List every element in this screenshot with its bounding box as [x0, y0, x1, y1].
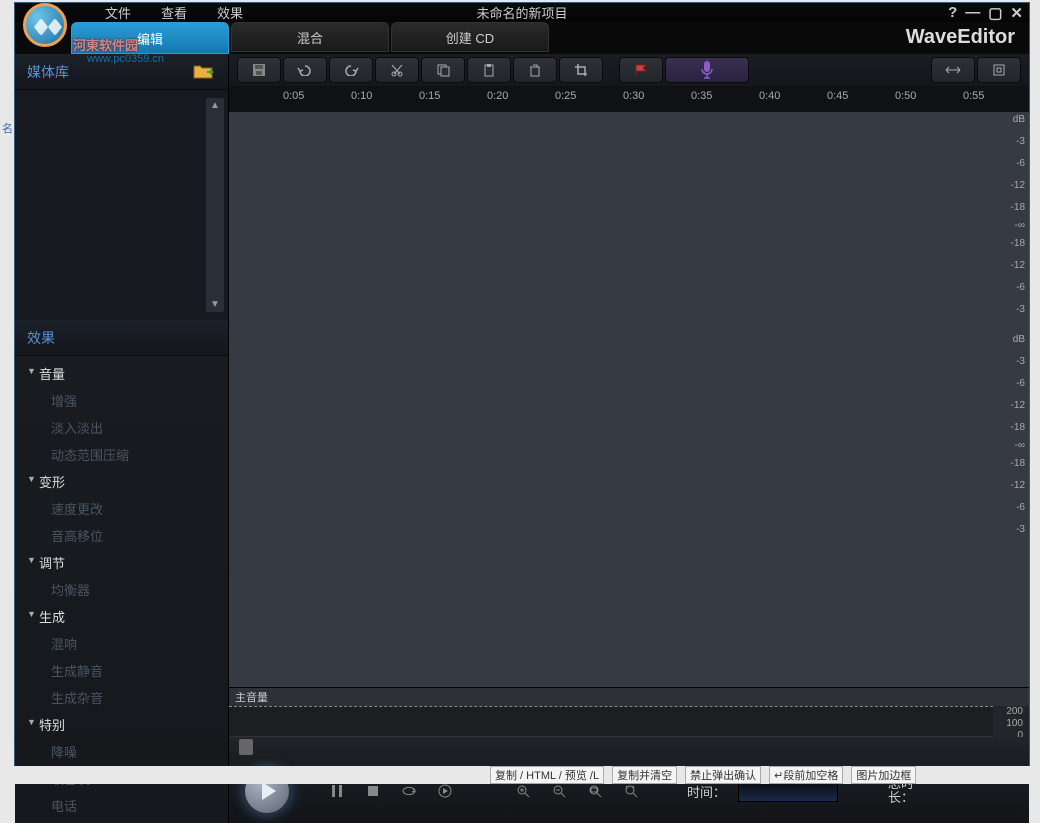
menu-view[interactable]: 查看 — [161, 3, 187, 22]
tree-cat-special[interactable]: 特别 — [15, 711, 228, 738]
time-label: 时间： — [687, 782, 726, 801]
scroll-up-icon[interactable]: ▲ — [210, 100, 220, 111]
menu-effects[interactable]: 效果 — [217, 3, 243, 22]
tree-item-phone[interactable]: 电话 — [15, 792, 228, 819]
tree-item-silence[interactable]: 生成静音 — [15, 657, 228, 684]
minimize-button[interactable]: — — [965, 4, 980, 21]
maximize-button[interactable]: ▢ — [988, 4, 1002, 22]
cut-button[interactable] — [375, 57, 419, 83]
copy-button[interactable] — [421, 57, 465, 83]
tree-item-noise[interactable]: 生成杂音 — [15, 684, 228, 711]
timeline-ruler[interactable]: 0:05 0:10 0:15 0:20 0:25 0:30 0:35 0:40 … — [229, 86, 1029, 112]
undo-button[interactable] — [283, 57, 327, 83]
tick: 0:10 — [351, 90, 372, 102]
toolbar — [229, 54, 1029, 86]
brand-label: WaveEditor — [906, 26, 1015, 49]
crop-button[interactable] — [559, 57, 603, 83]
window-title: 未命名的新项目 — [476, 3, 567, 22]
zoom-fit-button[interactable] — [977, 57, 1021, 83]
tree-item-pitch[interactable]: 音高移位 — [15, 522, 228, 549]
paste-button[interactable] — [467, 57, 511, 83]
tree-item-fade[interactable]: 淡入淡出 — [15, 414, 228, 441]
waveform-canvas[interactable]: dB -3 -6 -12 -18 -∞ -18 -12 -6 -3 dB -3 … — [229, 112, 1029, 687]
tick: 0:45 — [827, 90, 848, 102]
mode-tabs: 编辑 混合 创建 CD WaveEditor — [15, 22, 1029, 54]
ext-btn-c[interactable]: 禁止弹出确认 — [685, 766, 761, 784]
tree-cat-transform[interactable]: 变形 — [15, 468, 228, 495]
tick: 0:25 — [555, 90, 576, 102]
db-scale: dB -3 -6 -12 -18 -∞ -18 -12 -6 -3 dB -3 … — [993, 112, 1029, 687]
tick: 0:05 — [283, 90, 304, 102]
ext-btn-e[interactable]: 图片加边框 — [851, 766, 916, 784]
tick: 0:50 — [895, 90, 916, 102]
cue-scrollbar[interactable] — [229, 737, 1029, 759]
media-library-header: 媒体库 — [15, 54, 228, 90]
tree-item-compress[interactable]: 动态范围压缩 — [15, 441, 228, 468]
ext-btn-d[interactable]: ↵段前加空格 — [769, 766, 843, 784]
open-folder-icon[interactable] — [192, 63, 216, 81]
scroll-thumb[interactable] — [239, 739, 253, 755]
redo-button[interactable] — [329, 57, 373, 83]
effects-header: 效果 — [15, 320, 228, 356]
tree-item-speed[interactable]: 速度更改 — [15, 495, 228, 522]
media-library-body: ▲ ▼ — [15, 90, 228, 320]
tab-edit[interactable]: 编辑 — [71, 22, 229, 54]
app-logo — [15, 1, 75, 57]
tick: 0:15 — [419, 90, 440, 102]
tick: 0:20 — [487, 90, 508, 102]
tick: 0:40 — [759, 90, 780, 102]
tick: 0:35 — [691, 90, 712, 102]
record-button[interactable] — [665, 57, 749, 83]
tick: 0:55 — [963, 90, 984, 102]
ext-btn-a[interactable]: 复制 / HTML / 预览 /L — [490, 766, 604, 784]
tree-cat-volume[interactable]: 音量 — [15, 360, 228, 387]
tab-create-cd[interactable]: 创建 CD — [391, 22, 549, 52]
scroll-down-icon[interactable]: ▼ — [210, 299, 220, 310]
tree-item-nr[interactable]: 降噪 — [15, 738, 228, 765]
tab-mix[interactable]: 混合 — [231, 22, 389, 52]
tree-cat-adjust[interactable]: 调节 — [15, 549, 228, 576]
titlebar: 文件 查看 效果 未命名的新项目 ? — ▢ ✕ — [15, 3, 1029, 22]
ext-btn-b[interactable]: 复制并清空 — [612, 766, 677, 784]
master-volume-label: 主音量 — [229, 688, 1029, 706]
tree-cat-generate[interactable]: 生成 — [15, 603, 228, 630]
delete-button[interactable] — [513, 57, 557, 83]
tree-item-eq[interactable]: 均衡器 — [15, 576, 228, 603]
master-volume-track[interactable]: 主音量 200 100 0 — [229, 687, 1029, 737]
zoom-fit-h-button[interactable] — [931, 57, 975, 83]
help-button[interactable]: ? — [948, 4, 957, 21]
media-scrollbar[interactable]: ▲ ▼ — [206, 98, 224, 312]
flag-button[interactable] — [619, 57, 663, 83]
tree-item-reverb[interactable]: 混响 — [15, 630, 228, 657]
close-button[interactable]: ✕ — [1010, 4, 1023, 22]
menu-file[interactable]: 文件 — [105, 3, 131, 22]
tree-item-boost[interactable]: 增强 — [15, 387, 228, 414]
save-button[interactable] — [237, 57, 281, 83]
tick: 0:30 — [623, 90, 644, 102]
external-bottom-bar: 复制 / HTML / 预览 /L 复制并清空 禁止弹出确认 ↵段前加空格 图片… — [0, 766, 1040, 784]
effects-tree: 音量 增强 淡入淡出 动态范围压缩 变形 速度更改 音高移位 调节 均衡器 生成… — [15, 356, 228, 823]
